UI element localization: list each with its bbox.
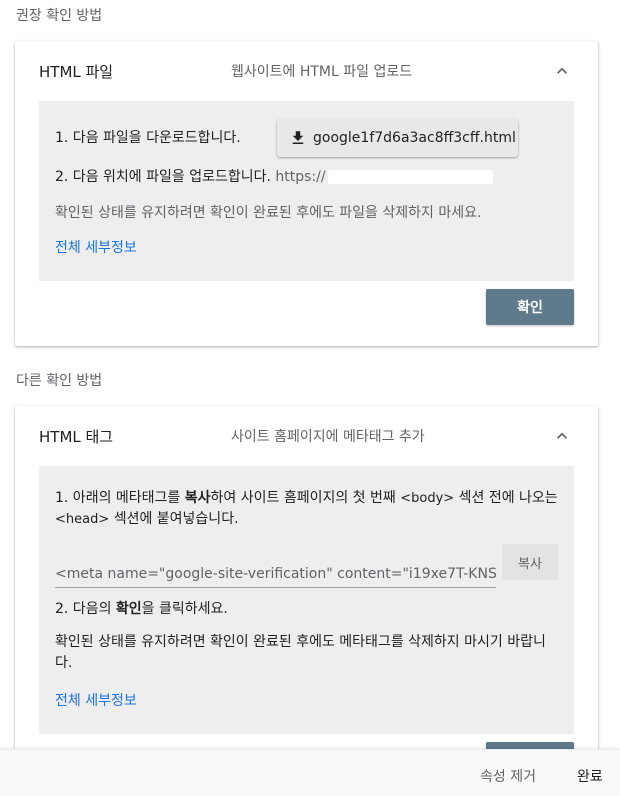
chevron-up-icon[interactable] — [552, 426, 572, 446]
upload-url: https:// — [275, 169, 326, 185]
html-tag-card-header[interactable]: HTML 태그 사이트 홈페이지에 메타태그 추가 — [15, 406, 598, 466]
card-description: 사이트 홈페이지에 메타태그 추가 — [231, 429, 425, 445]
html-tag-panel: 1. 아래의 메타태그를 복사하여 사이트 홈페이지의 첫 번째 <body> … — [39, 466, 574, 734]
meta-tag-instructions: 1. 아래의 메타태그를 복사하여 사이트 홈페이지의 첫 번째 <body> … — [55, 488, 560, 530]
step2-text: 2. 다음의 확인을 클릭하세요. — [55, 598, 228, 618]
full-details-link[interactable]: 전체 세부정보 — [55, 690, 137, 710]
keep-file-note: 확인된 상태를 유지하려면 확인이 완료된 후에도 파일을 삭제하지 마세요. — [55, 205, 482, 221]
step1-text: 1. 다음 파일을 다운로드합니다. — [55, 130, 241, 146]
download-icon — [292, 131, 304, 144]
copy-button[interactable]: 복사 — [502, 544, 558, 580]
html-file-card-header[interactable]: HTML 파일 웹사이트에 HTML 파일 업로드 — [15, 41, 598, 101]
recommended-section-label: 권장 확인 방법 — [16, 8, 103, 24]
full-details-link[interactable]: 전체 세부정보 — [55, 237, 137, 257]
redacted-url — [327, 170, 493, 184]
step2-text: 2. 다음 위치에 파일을 업로드합니다. https:// — [55, 166, 493, 186]
html-file-card: HTML 파일 웹사이트에 HTML 파일 업로드 1. 다음 파일을 다운로드… — [15, 41, 598, 346]
step2-bold: 확인 — [115, 601, 142, 617]
remove-property-button[interactable]: 속성 제거 — [480, 766, 536, 786]
chevron-up-icon[interactable] — [552, 61, 572, 81]
html-file-panel: 1. 다음 파일을 다운로드합니다. google1f7d6a3ac8ff3cf… — [39, 101, 574, 281]
download-filename: google1f7d6a3ac8ff3cff.html — [313, 130, 516, 146]
card-description: 웹사이트에 HTML 파일 업로드 — [231, 64, 413, 80]
step2-label: 2. 다음 위치에 파일을 업로드합니다. — [55, 169, 271, 185]
html-tag-card: HTML 태그 사이트 홈페이지에 메타태그 추가 1. 아래의 메타태그를 복… — [15, 406, 598, 778]
download-file-button[interactable]: google1f7d6a3ac8ff3cff.html — [277, 119, 518, 157]
meta-tag-field[interactable]: <meta name="google-site-verification" co… — [55, 558, 496, 588]
step1-bold: 복사 — [184, 490, 211, 506]
step1-text: 하여 사이트 홈페이지의 첫 번째 — [210, 490, 401, 506]
step2-text-part: 2. 다음의 — [55, 601, 116, 617]
card-title: HTML 태그 — [39, 428, 114, 446]
step1-text: 1. 아래의 메타태그를 — [55, 490, 185, 506]
step1-text: 섹션에 붙여넣습니다. — [109, 511, 239, 527]
head-tag: <head> — [55, 512, 110, 527]
step2-text-part: 을 클릭하세요. — [141, 601, 228, 617]
done-button[interactable]: 완료 — [577, 766, 603, 786]
dialog-footer: 속성 제거 완료 — [0, 749, 620, 796]
keep-tag-note: 확인된 상태를 유지하려면 확인이 완료된 후에도 메타태그를 삭제하지 마시기… — [55, 634, 546, 671]
body-tag: <body> — [400, 491, 455, 506]
other-section-label: 다른 확인 방법 — [16, 373, 103, 389]
card-title: HTML 파일 — [39, 63, 114, 81]
confirm-button[interactable]: 확인 — [486, 289, 574, 325]
step1-text: 섹션 전에 나오는 — [454, 490, 558, 506]
